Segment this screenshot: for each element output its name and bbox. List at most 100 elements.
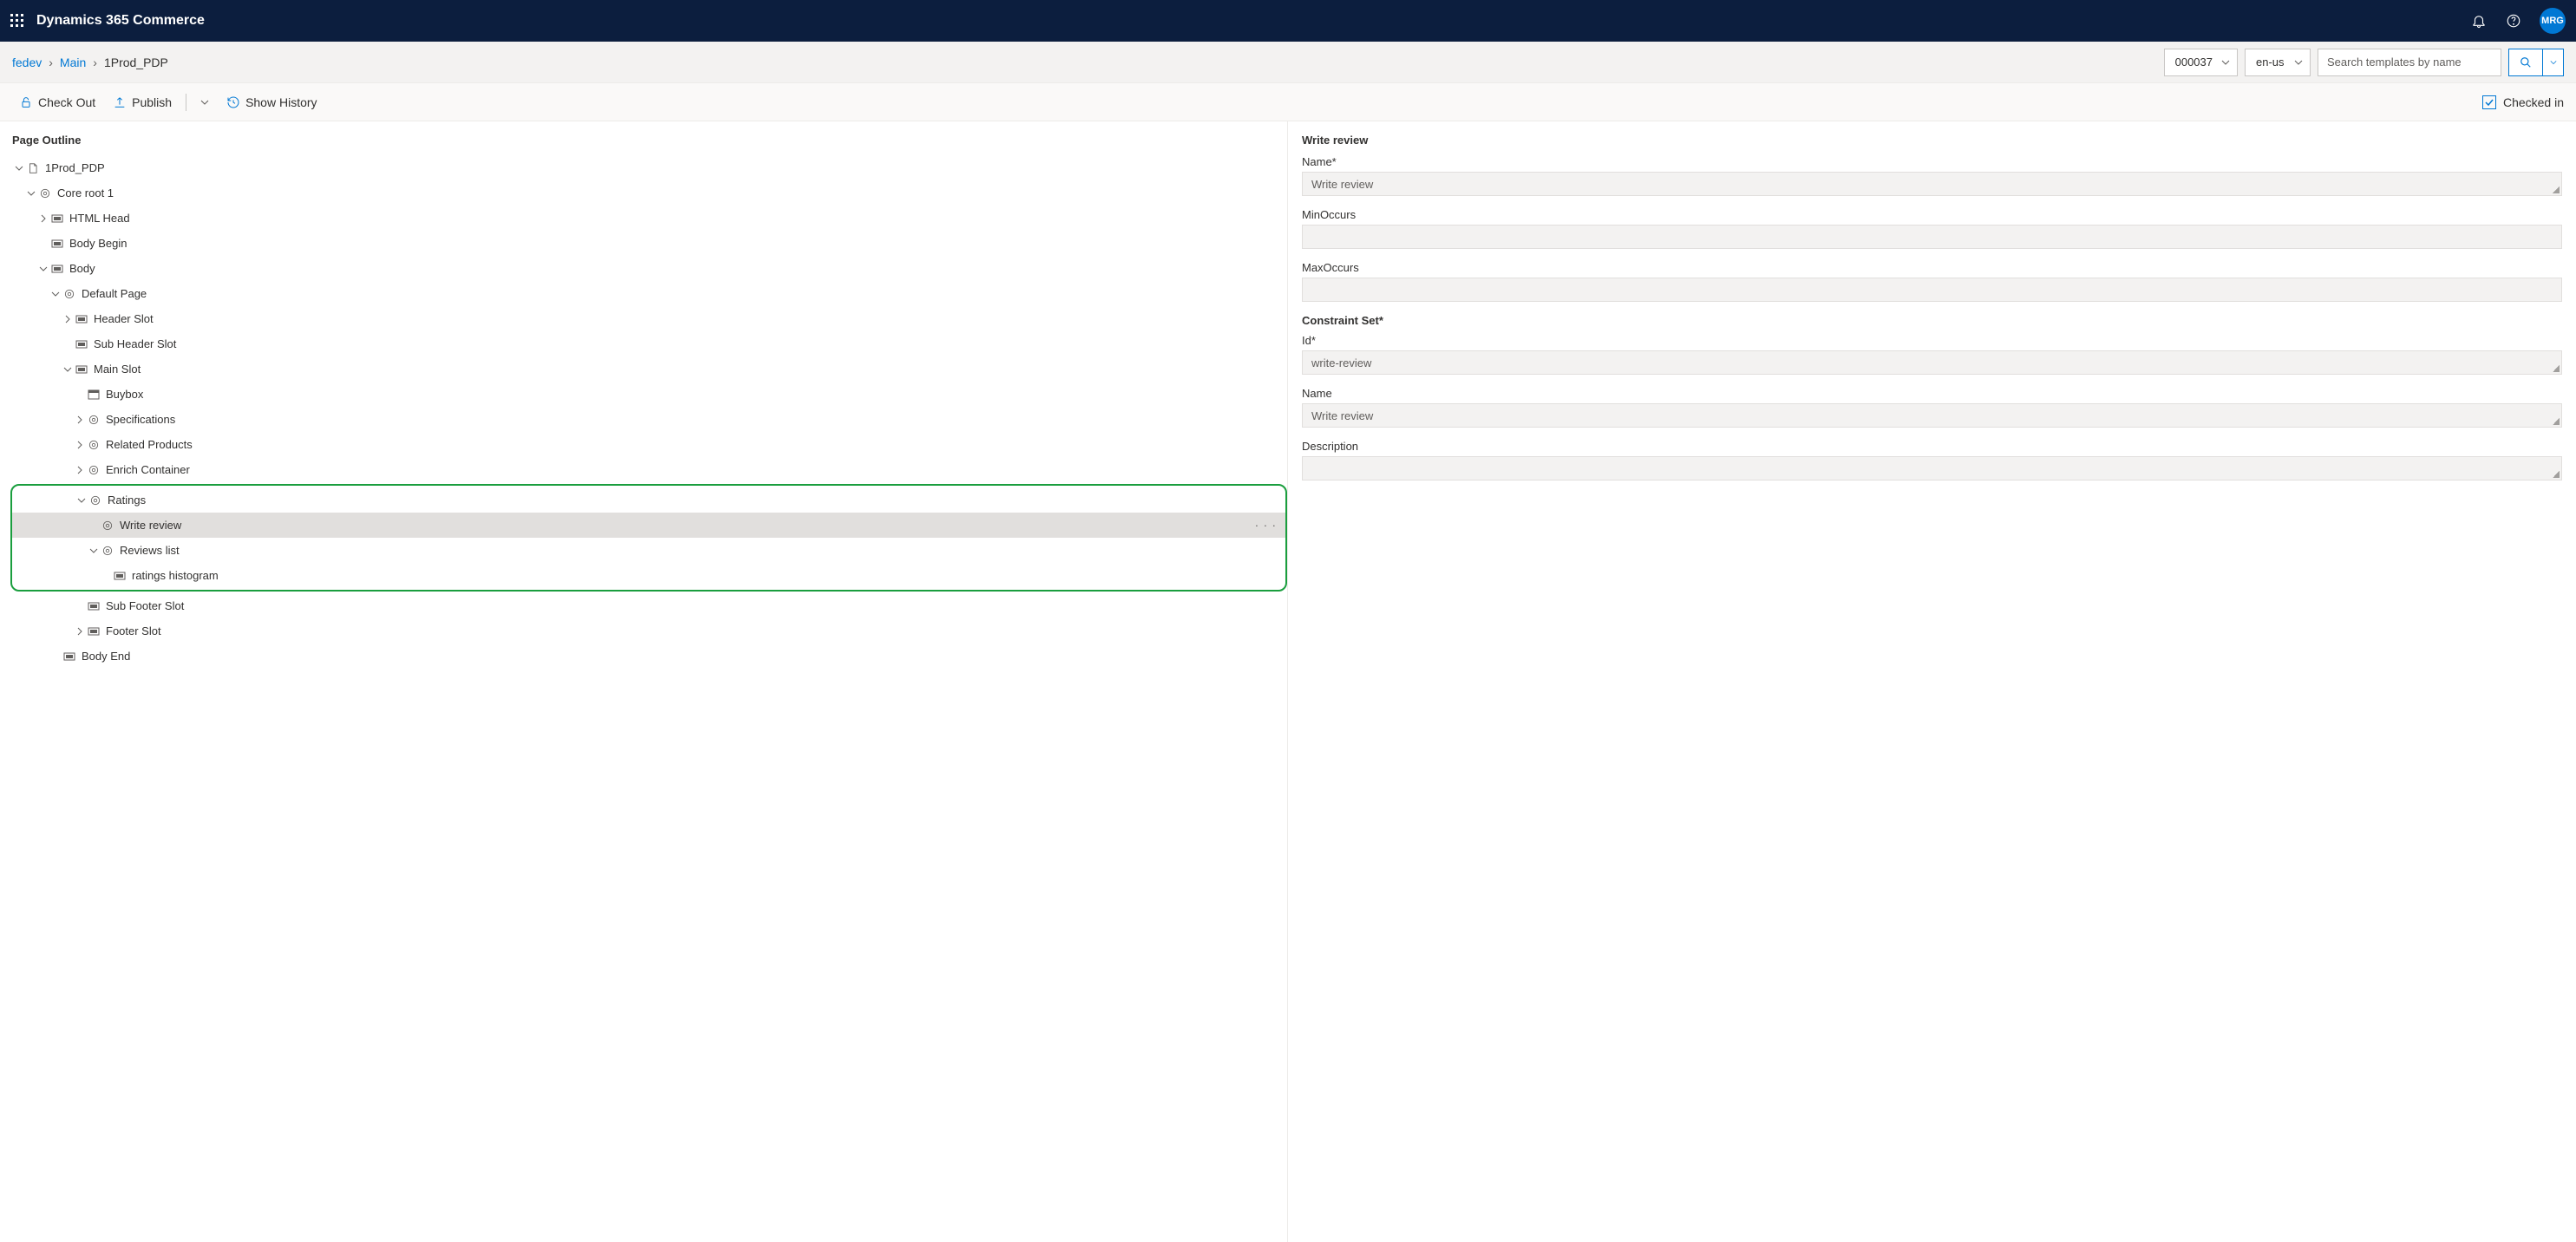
chevron-down-icon[interactable] — [24, 189, 38, 198]
search-dropdown[interactable] — [2543, 49, 2564, 76]
min-input[interactable] — [1302, 225, 2562, 249]
chevron-right-icon[interactable] — [73, 466, 87, 474]
chevron-right-icon[interactable] — [73, 415, 87, 424]
slot-icon — [87, 624, 101, 638]
node-label: HTML Head — [69, 212, 130, 225]
tree-node-buybox[interactable]: Buybox — [0, 382, 1287, 407]
tree-node-core[interactable]: Core root 1 — [0, 180, 1287, 206]
site-dropdown-value: 000037 — [2175, 56, 2213, 69]
crumb-sep: › — [93, 56, 97, 69]
chevron-down-icon[interactable] — [12, 164, 26, 173]
tree-node-write-review[interactable]: Write review · · · — [12, 513, 1285, 538]
checkout-button[interactable]: Check Out — [12, 90, 102, 114]
node-label: ratings histogram — [132, 569, 219, 582]
search-button[interactable] — [2508, 49, 2543, 76]
field-id: Id* write-review — [1302, 334, 2562, 375]
name2-input[interactable]: Write review — [1302, 403, 2562, 428]
tree-node-ratings-histogram[interactable]: ratings histogram — [12, 563, 1285, 588]
properties-pane: Write review Name* Write review MinOccur… — [1288, 121, 2576, 1242]
max-input[interactable] — [1302, 278, 2562, 302]
app-launcher-icon[interactable] — [10, 14, 24, 28]
outline-tree: 1Prod_PDP Core root 1 HTML Head Body Beg… — [0, 155, 1287, 669]
slot-icon — [75, 363, 88, 376]
tree-node-sub-footer-slot[interactable]: Sub Footer Slot — [0, 593, 1287, 618]
chevron-down-icon[interactable] — [36, 265, 50, 273]
panel-title: Write review — [1302, 134, 2562, 147]
main-area: Page Outline 1Prod_PDP Core root 1 HTML … — [0, 121, 2576, 1242]
slot-icon — [50, 237, 64, 251]
tree-node-related-products[interactable]: Related Products — [0, 432, 1287, 457]
chevron-down-icon — [2294, 58, 2303, 67]
name-input[interactable]: Write review — [1302, 172, 2562, 196]
node-label: Sub Header Slot — [94, 337, 176, 350]
chevron-down-icon[interactable] — [49, 290, 62, 298]
site-dropdown[interactable]: 000037 — [2164, 49, 2238, 76]
history-label: Show History — [245, 95, 317, 109]
crumb-root[interactable]: fedev — [12, 56, 42, 69]
crumb-mid[interactable]: Main — [60, 56, 86, 69]
tree-node-body[interactable]: Body — [0, 256, 1287, 281]
tree-node-main-slot[interactable]: Main Slot — [0, 356, 1287, 382]
slot-icon — [75, 312, 88, 326]
highlight-box: Ratings Write review · · · Reviews list — [10, 484, 1287, 592]
lock-icon — [19, 95, 33, 109]
node-label: Default Page — [82, 287, 147, 300]
bell-icon[interactable] — [2470, 12, 2488, 29]
tree-node-enrich-container[interactable]: Enrich Container — [0, 457, 1287, 482]
field-name2: Name Write review — [1302, 387, 2562, 428]
search-input[interactable]: Search templates by name — [2318, 49, 2501, 76]
chevron-right-icon[interactable] — [73, 627, 87, 636]
desc-input[interactable] — [1302, 456, 2562, 480]
node-label: Body End — [82, 650, 130, 663]
tree-node-body-end[interactable]: Body End — [0, 644, 1287, 669]
slot-icon — [87, 599, 101, 613]
document-icon — [26, 161, 40, 175]
locale-dropdown[interactable]: en-us — [2245, 49, 2311, 76]
checked-in-label: Checked in — [2503, 95, 2564, 109]
constraint-set-header: Constraint Set* — [1302, 314, 2562, 327]
tree-node-footer-slot[interactable]: Footer Slot — [0, 618, 1287, 644]
module-icon — [87, 388, 101, 402]
breadcrumb: fedev › Main › 1Prod_PDP — [12, 56, 168, 69]
history-button[interactable]: Show History — [219, 90, 324, 114]
slot-icon — [50, 212, 64, 226]
chevron-down-icon — [2221, 58, 2230, 67]
tree-node-header-slot[interactable]: Header Slot — [0, 306, 1287, 331]
crumb-current: 1Prod_PDP — [104, 56, 168, 69]
node-label: Sub Footer Slot — [106, 599, 184, 612]
user-avatar[interactable]: MRG — [2540, 8, 2566, 34]
chevron-down-icon[interactable] — [61, 365, 75, 374]
node-label: Buybox — [106, 388, 143, 401]
min-label: MinOccurs — [1302, 208, 2562, 221]
chevron-down-icon[interactable] — [87, 546, 101, 555]
node-label: Main Slot — [94, 363, 141, 376]
app-title: Dynamics 365 Commerce — [36, 13, 205, 29]
crumb-controls: 000037 en-us Search templates by name — [2164, 49, 2564, 76]
cmd-more-chevron[interactable] — [193, 93, 216, 112]
node-label: Ratings — [108, 494, 146, 507]
tree-node-sub-header-slot[interactable]: Sub Header Slot — [0, 331, 1287, 356]
header-right: MRG — [2470, 8, 2566, 34]
tree-node-reviews-list[interactable]: Reviews list — [12, 538, 1285, 563]
cmd-right: Checked in — [2482, 95, 2564, 109]
chevron-right-icon[interactable] — [73, 441, 87, 449]
name-label: Name* — [1302, 155, 2562, 168]
help-icon[interactable] — [2505, 12, 2522, 29]
chevron-down-icon[interactable] — [75, 496, 88, 505]
chevron-right-icon[interactable] — [36, 214, 50, 223]
tree-node-default-page[interactable]: Default Page — [0, 281, 1287, 306]
tree-node-specifications[interactable]: Specifications — [0, 407, 1287, 432]
outline-pane: Page Outline 1Prod_PDP Core root 1 HTML … — [0, 121, 1288, 1242]
tree-node-root[interactable]: 1Prod_PDP — [0, 155, 1287, 180]
app-header: Dynamics 365 Commerce MRG — [0, 0, 2576, 42]
breadcrumb-bar: fedev › Main › 1Prod_PDP 000037 en-us Se… — [0, 42, 2576, 83]
tree-node-body-begin[interactable]: Body Begin — [0, 231, 1287, 256]
more-icon[interactable]: · · · — [1255, 519, 1277, 532]
chevron-right-icon[interactable] — [61, 315, 75, 324]
outline-title: Page Outline — [0, 121, 1287, 155]
id-input[interactable]: write-review — [1302, 350, 2562, 375]
publish-button[interactable]: Publish — [106, 90, 179, 114]
tree-node-ratings[interactable]: Ratings — [12, 487, 1285, 513]
tree-node-html-head[interactable]: HTML Head — [0, 206, 1287, 231]
slot-icon — [113, 569, 127, 583]
